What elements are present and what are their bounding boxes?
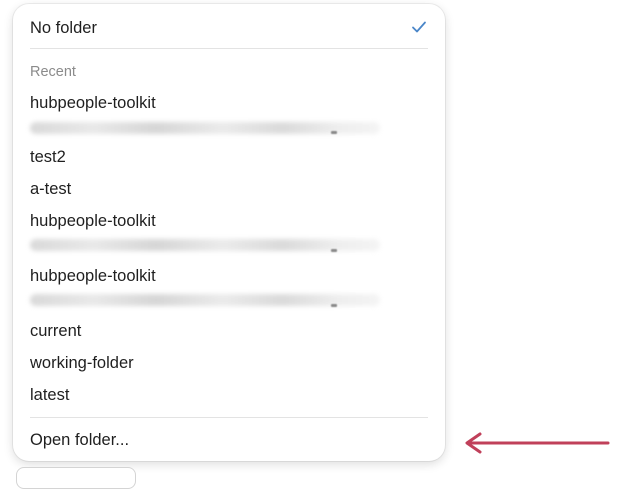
recent-item-label: hubpeople-toolkit	[30, 267, 156, 285]
blurred-path-mark	[331, 304, 337, 307]
blurred-path-mark	[331, 249, 337, 252]
blurred-path-mark	[331, 131, 337, 134]
recent-item-latest[interactable]: latest	[30, 385, 428, 405]
recent-item-label: latest	[30, 386, 70, 404]
recent-item-hubpeople-toolkit[interactable]: hubpeople-toolkit	[30, 211, 428, 231]
underlying-control[interactable]	[16, 467, 136, 489]
recent-item-working-folder[interactable]: working-folder	[30, 353, 428, 373]
recent-item-label: hubpeople-toolkit	[30, 94, 156, 112]
open-folder-button[interactable]: Open folder...	[30, 430, 428, 450]
recent-item-hubpeople-toolkit[interactable]: hubpeople-toolkit	[30, 93, 428, 113]
recent-item-label: hubpeople-toolkit	[30, 212, 156, 230]
recent-item-test2[interactable]: test2	[30, 147, 428, 167]
recent-item-label: test2	[30, 148, 66, 166]
recent-item-label: working-folder	[30, 354, 134, 372]
blurred-folder-path	[30, 239, 380, 251]
recent-section-header: Recent	[30, 64, 76, 80]
divider	[30, 48, 428, 49]
checkmark-icon	[412, 21, 426, 33]
recent-item-label: a-test	[30, 180, 72, 198]
recent-item-current[interactable]: current	[30, 321, 428, 341]
divider	[30, 417, 428, 418]
arrow-left-icon	[465, 432, 610, 454]
menu-item-no-folder[interactable]: No folder	[30, 18, 428, 38]
open-folder-label: Open folder...	[30, 431, 130, 449]
recent-item-label: current	[30, 322, 82, 340]
menu-item-label: No folder	[30, 19, 97, 37]
blurred-folder-path	[30, 122, 380, 134]
recent-item-hubpeople-toolkit[interactable]: hubpeople-toolkit	[30, 266, 428, 286]
blurred-folder-path	[30, 294, 380, 306]
recent-item-a-test[interactable]: a-test	[30, 179, 428, 199]
folder-dropdown-menu: No folder Recent hubpeople-toolkit test2…	[13, 4, 445, 461]
